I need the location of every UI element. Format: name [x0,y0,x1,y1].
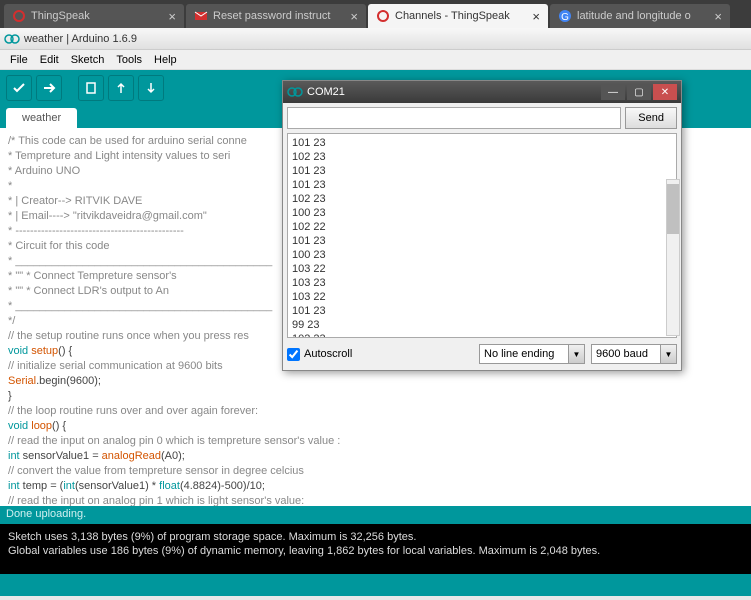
window-title: weather | Arduino 1.6.9 [24,33,137,45]
tab-title: ThingSpeak [31,10,164,22]
serial-line: 102 22 [292,220,672,234]
browser-tab-active[interactable]: Channels - ThingSpeak × [368,4,548,28]
serial-line: 101 23 [292,234,672,248]
browser-tabs: ThingSpeak × Reset password instruct × C… [0,0,751,28]
google-icon: G [558,9,572,23]
browser-tab[interactable]: ThingSpeak × [4,4,184,28]
maximize-button[interactable]: ▢ [627,84,651,100]
menu-tools[interactable]: Tools [110,54,148,66]
new-button[interactable] [78,75,104,101]
autoscroll-input[interactable] [287,348,300,361]
minimize-button[interactable]: — [601,84,625,100]
scrollbar-thumb[interactable] [667,184,679,234]
close-icon[interactable]: × [532,9,540,24]
site-icon [12,9,26,23]
sketch-tab[interactable]: weather [6,108,77,128]
send-button[interactable]: Send [625,107,677,129]
browser-tab[interactable]: Reset password instruct × [186,4,366,28]
console: Sketch uses 3,138 bytes (9%) of program … [0,524,751,574]
serial-line: 103 23 [292,276,672,290]
verify-button[interactable] [6,75,32,101]
status-bar: Done uploading. [0,506,751,524]
close-icon[interactable]: × [168,9,176,24]
arduino-logo-icon [287,84,303,100]
serial-input[interactable] [287,107,621,129]
serial-line: 101 23 [292,304,672,318]
menu-file[interactable]: File [4,54,34,66]
serial-line: 100 23 [292,206,672,220]
mail-icon [194,9,208,23]
browser-tab[interactable]: G latitude and longitude o × [550,4,730,28]
serial-output[interactable]: 101 23102 23101 23101 23102 23100 23102 … [287,133,677,338]
close-icon[interactable]: × [350,9,358,24]
menu-bar: File Edit Sketch Tools Help [0,50,751,70]
upload-button[interactable] [36,75,62,101]
bottom-bar [0,574,751,596]
tab-title: Reset password instruct [213,10,346,22]
serial-line: 101 23 [292,164,672,178]
serial-line: 102 23 [292,192,672,206]
menu-sketch[interactable]: Sketch [65,54,111,66]
chevron-down-icon[interactable]: ▼ [569,344,585,364]
autoscroll-label: Autoscroll [304,348,352,360]
chevron-down-icon[interactable]: ▼ [661,344,677,364]
serial-line: 103 22 [292,290,672,304]
serial-line: 101 23 [292,178,672,192]
close-icon[interactable]: × [714,9,722,24]
serial-monitor-window: COM21 — ▢ ✕ Send 101 23102 23101 23101 2… [282,80,682,371]
arduino-titlebar: weather | Arduino 1.6.9 [0,28,751,50]
serial-line: 103 22 [292,262,672,276]
menu-help[interactable]: Help [148,54,183,66]
serial-title: COM21 [307,86,601,98]
console-line: Sketch uses 3,138 bytes (9%) of program … [8,530,743,544]
tab-title: latitude and longitude o [577,10,710,22]
close-button[interactable]: ✕ [653,84,677,100]
serial-titlebar[interactable]: COM21 — ▢ ✕ [283,81,681,103]
serial-line: 99 23 [292,318,672,332]
serial-line: 101 23 [292,136,672,150]
serial-line: 100 23 [292,248,672,262]
scrollbar[interactable] [666,179,680,336]
save-button[interactable] [138,75,164,101]
line-ending-select[interactable]: No line ending [479,344,569,364]
status-text: Done uploading. [6,508,86,520]
console-line: Global variables use 186 bytes (9%) of d… [8,544,743,558]
arduino-logo-icon [4,31,20,47]
baud-rate-select[interactable]: 9600 baud [591,344,661,364]
menu-edit[interactable]: Edit [34,54,65,66]
site-icon [376,9,390,23]
svg-text:G: G [561,12,569,23]
open-button[interactable] [108,75,134,101]
tab-title: Channels - ThingSpeak [395,10,528,22]
serial-line: 102 23 [292,150,672,164]
autoscroll-checkbox[interactable]: Autoscroll [287,348,473,361]
